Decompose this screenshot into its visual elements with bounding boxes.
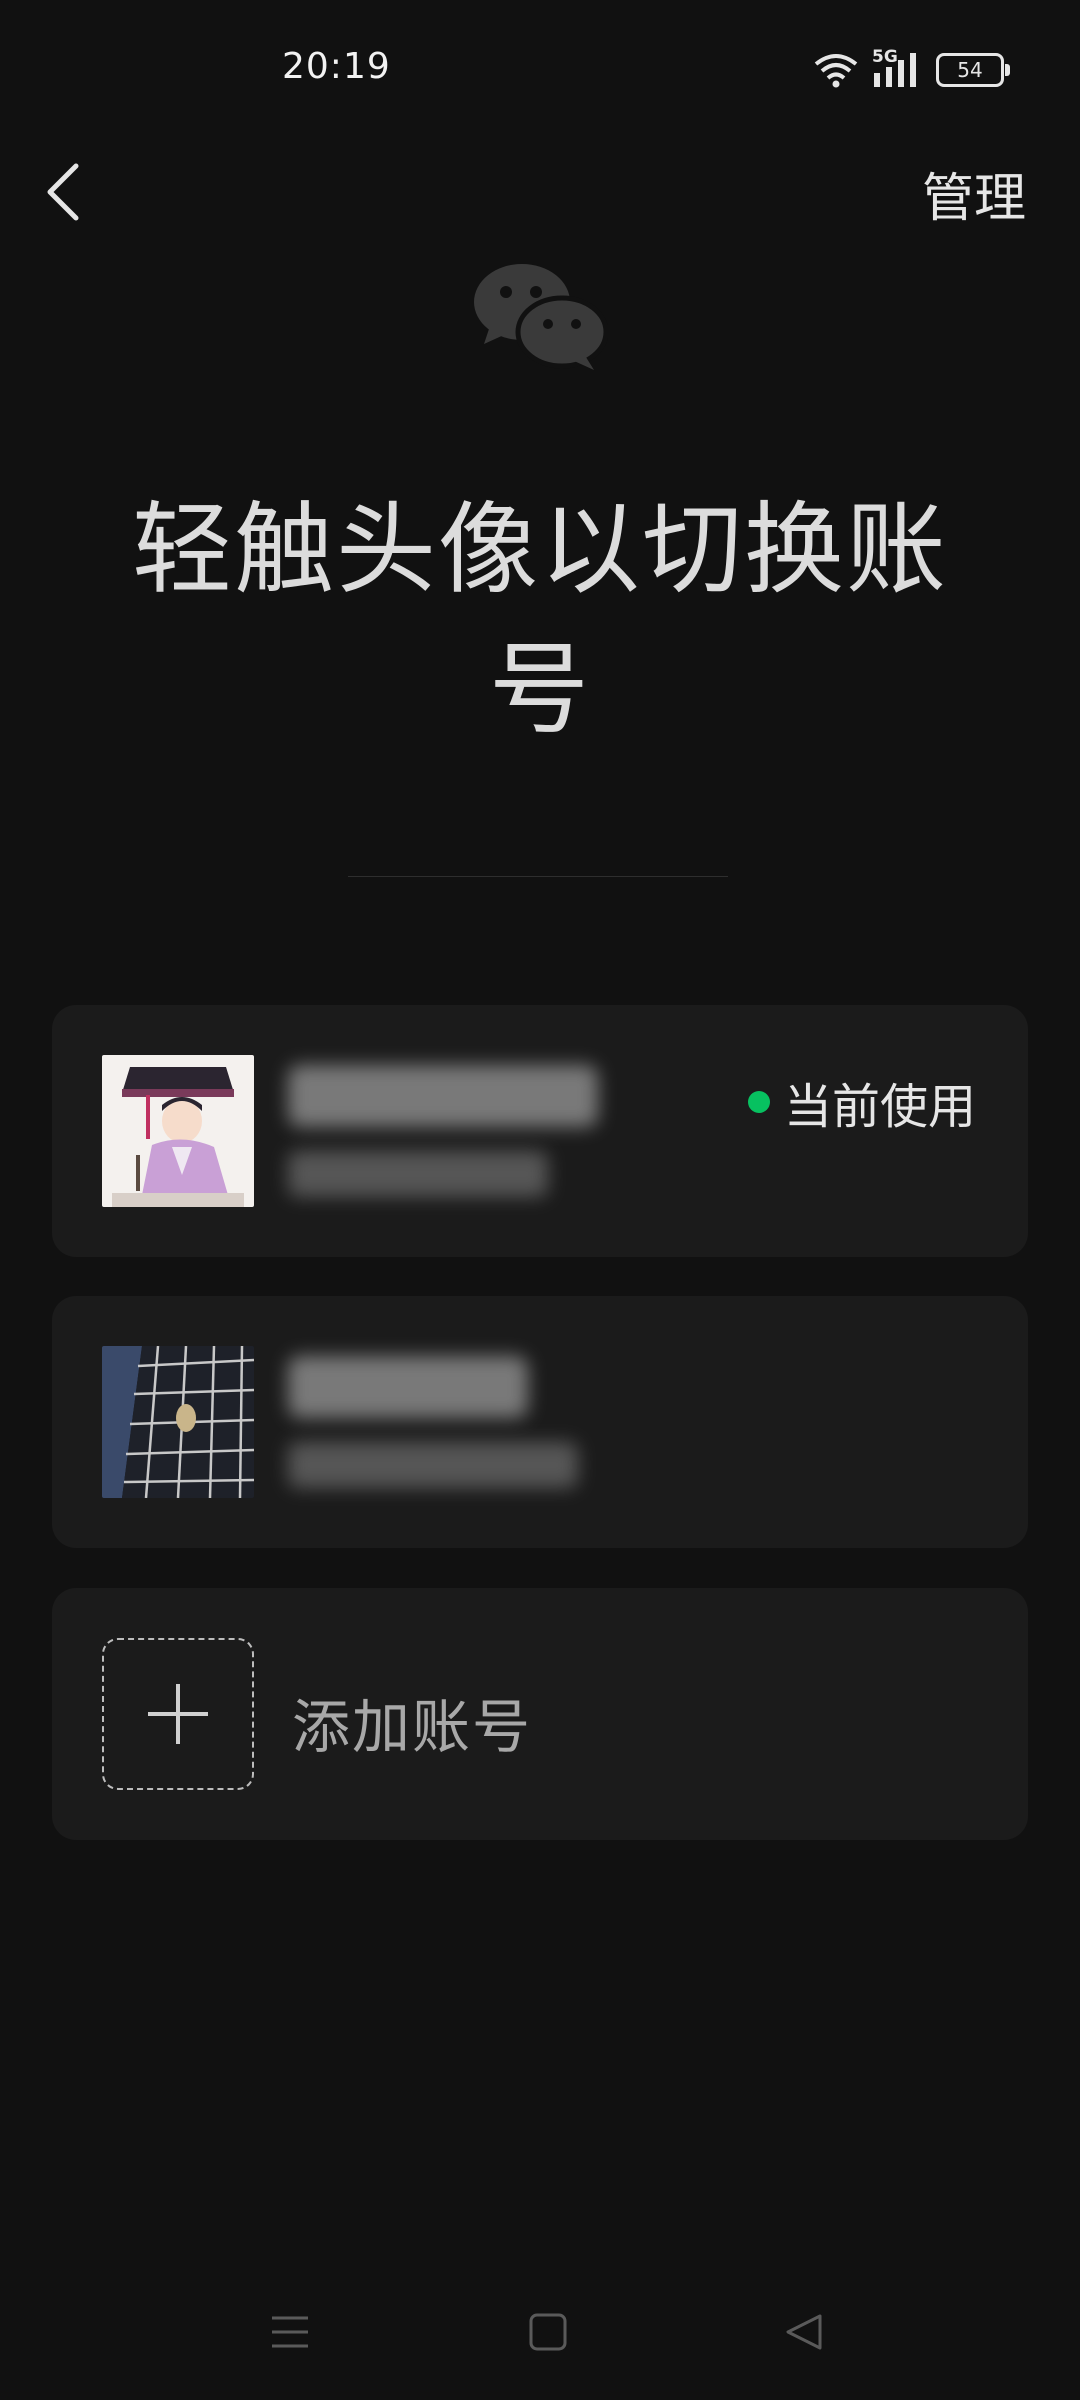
avatar-illustration (102, 1055, 254, 1207)
battery-icon: 54 (936, 53, 1010, 87)
divider (348, 876, 728, 877)
add-account-card[interactable]: 添加账号 (52, 1588, 1028, 1840)
add-account-button[interactable] (102, 1638, 254, 1790)
avatar[interactable] (102, 1346, 254, 1498)
manage-button[interactable]: 管理 (922, 156, 1026, 231)
avatar[interactable] (102, 1055, 254, 1207)
back-triangle-icon[interactable] (784, 2312, 824, 2352)
status-icons: 5G 54 (814, 47, 1010, 90)
account-name-redacted (288, 1065, 598, 1127)
wifi-icon (814, 54, 858, 88)
system-nav-bar (0, 2300, 1080, 2370)
plus-icon (148, 1684, 208, 1744)
avatar-photo (102, 1346, 254, 1498)
account-switch-screen: 20:19 5G 54 管理 轻触头像以切换账号 当前使用 添加账号 (0, 0, 1080, 2400)
account-card-other[interactable] (52, 1296, 1028, 1548)
current-label: 当前使用 (783, 1079, 976, 1135)
page-title: 轻触头像以切换账号 (132, 491, 948, 748)
account-card-current[interactable]: 当前使用 (52, 1005, 1028, 1257)
home-icon[interactable] (528, 2312, 568, 2352)
wechat-logo-icon (474, 264, 608, 370)
back-arrow-icon (47, 163, 79, 221)
current-badge: 当前使用 (747, 1067, 976, 1137)
menu-icon[interactable] (270, 2312, 310, 2352)
signal-icon: 5G (872, 47, 922, 89)
account-id-redacted (288, 1442, 578, 1488)
add-account-label: 添加账号 (292, 1693, 533, 1761)
account-name-redacted (288, 1356, 528, 1418)
account-id-redacted (288, 1151, 548, 1197)
current-status-dot (747, 1091, 770, 1113)
status-time: 20:19 (282, 46, 391, 87)
back-button[interactable] (36, 152, 96, 232)
